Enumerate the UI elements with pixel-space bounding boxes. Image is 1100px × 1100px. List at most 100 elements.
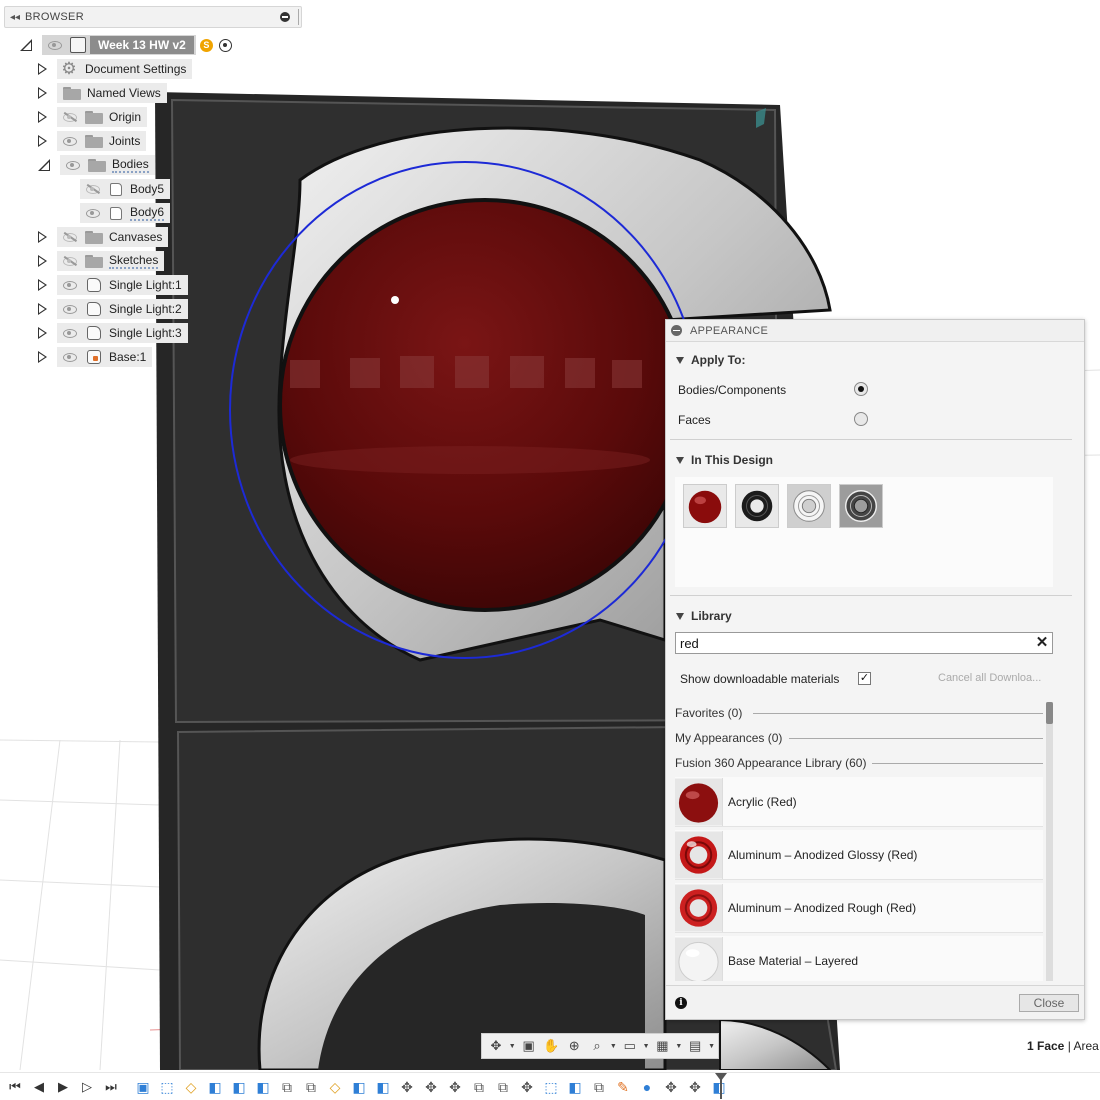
step-back-icon[interactable]: ◀	[30, 1079, 48, 1095]
timeline-feature-icon[interactable]: ⧉	[470, 1078, 488, 1096]
expand-arrow-icon[interactable]	[38, 255, 47, 267]
display-dropdown-icon[interactable]: ▼	[643, 1043, 651, 1050]
tree-item-box[interactable]: Body6	[80, 203, 171, 223]
faces-radio[interactable]	[854, 412, 868, 426]
swatch-chrome-torus[interactable]	[787, 484, 831, 528]
timeline-feature-icon[interactable]: ✥	[398, 1078, 416, 1096]
tree-item-box[interactable]: Single Light:3	[57, 323, 188, 343]
timeline-feature-icon[interactable]: ◧	[350, 1078, 368, 1096]
timeline-feature-icon[interactable]: ●	[638, 1078, 656, 1096]
tree-item-box[interactable]: Body5	[80, 179, 171, 199]
in-this-design-section[interactable]: In This Design	[676, 453, 773, 467]
grid-dropdown-icon[interactable]: ▼	[675, 1043, 683, 1050]
go-to-start-icon[interactable]: ⏮	[6, 1079, 24, 1095]
tree-item[interactable]: Single Light:2	[38, 298, 188, 320]
timeline-feature-icon[interactable]: ▣	[134, 1078, 152, 1096]
timeline-feature-icon[interactable]: ⬚	[158, 1078, 176, 1096]
expand-arrow-icon[interactable]	[38, 63, 47, 75]
hidden-eye-icon[interactable]	[63, 255, 78, 266]
orbit-icon[interactable]: ✥	[486, 1037, 506, 1055]
tree-item-box[interactable]: Canvases	[57, 227, 169, 247]
tree-root-row[interactable]: Week 13 HW v2 S	[20, 34, 232, 56]
library-search-input[interactable]	[675, 632, 1053, 654]
tree-item[interactable]: Named Views	[38, 82, 167, 104]
viewports-dropdown-icon[interactable]: ▼	[708, 1043, 716, 1050]
tree-item[interactable]: Origin	[38, 106, 148, 128]
tree-item[interactable]: Sketches	[38, 250, 165, 272]
visibility-eye-icon[interactable]	[66, 160, 80, 170]
timeline-feature-icon[interactable]: ⧉	[590, 1078, 608, 1096]
visibility-eye-icon[interactable]	[48, 40, 62, 50]
apply-to-section[interactable]: Apply To:	[676, 353, 745, 367]
timeline-feature-icon[interactable]: ✥	[518, 1078, 536, 1096]
browser-resize-grip[interactable]	[298, 9, 300, 25]
grid-settings-icon[interactable]: ▦	[653, 1037, 673, 1055]
hidden-eye-icon[interactable]	[63, 111, 78, 122]
visibility-eye-icon[interactable]	[63, 136, 77, 146]
hidden-eye-icon[interactable]	[86, 183, 101, 194]
visibility-eye-icon[interactable]	[63, 352, 77, 362]
visibility-eye-icon[interactable]	[63, 304, 77, 314]
tree-item-box[interactable]: Origin	[57, 107, 148, 127]
library-section[interactable]: Library	[676, 609, 732, 623]
timeline-feature-icon[interactable]: ✥	[422, 1078, 440, 1096]
favorites-category[interactable]: Favorites (0)	[675, 706, 742, 720]
tree-item-box[interactable]: Named Views	[57, 83, 167, 103]
info-icon[interactable]: i	[675, 997, 687, 1009]
library-scrollbar[interactable]	[1046, 702, 1053, 981]
tree-item[interactable]: Base:1	[38, 346, 153, 368]
tree-item[interactable]: ⚙ Document Settings	[38, 58, 193, 80]
bodies-components-radio[interactable]	[854, 382, 868, 396]
library-item[interactable]: Base Material – Layered	[675, 936, 1043, 981]
timeline-feature-icon[interactable]: ✥	[686, 1078, 704, 1096]
display-settings-icon[interactable]: ▭	[620, 1037, 640, 1055]
cancel-all-downloads-link[interactable]: Cancel all Downloa...	[938, 672, 1041, 684]
play-icon[interactable]: ▶	[54, 1079, 72, 1095]
library-item[interactable]: Aluminum – Anodized Rough (Red)	[675, 883, 1043, 933]
timeline-feature-icon[interactable]: ◧	[254, 1078, 272, 1096]
timeline-feature-icon[interactable]: ◧	[230, 1078, 248, 1096]
visibility-eye-icon[interactable]	[86, 208, 100, 218]
tree-item-box[interactable]: Base:1	[57, 347, 153, 367]
expand-arrow-icon[interactable]	[38, 303, 47, 315]
expand-arrow-icon[interactable]	[38, 351, 47, 363]
timeline-feature-icon[interactable]: ◧	[374, 1078, 392, 1096]
close-button[interactable]: Close	[1019, 994, 1079, 1012]
expand-arrow-icon[interactable]	[38, 279, 47, 291]
timeline-feature-icon[interactable]: ✥	[662, 1078, 680, 1096]
library-item[interactable]: Acrylic (Red)	[675, 777, 1043, 827]
tree-item[interactable]: Canvases	[38, 226, 169, 248]
collapse-arrow-icon[interactable]	[20, 39, 32, 51]
expand-arrow-icon[interactable]	[38, 111, 47, 123]
swatch-red-sphere[interactable]	[683, 484, 727, 528]
expand-arrow-icon[interactable]	[38, 327, 47, 339]
minimize-dialog-icon[interactable]	[671, 325, 682, 336]
tree-item[interactable]: Single Light:1	[38, 274, 188, 296]
collapse-browser-icon[interactable]: ◂◂	[5, 12, 25, 23]
orbit-dropdown-icon[interactable]: ▼	[509, 1043, 517, 1050]
viewports-icon[interactable]: ▤	[685, 1037, 705, 1055]
zoom-icon[interactable]: ⊕	[564, 1037, 584, 1055]
timeline-feature-icon[interactable]: ⧉	[494, 1078, 512, 1096]
tree-item-box[interactable]: Joints	[57, 131, 147, 151]
tree-item-box[interactable]: Single Light:2	[57, 299, 188, 319]
timeline-feature-icon[interactable]: ◇	[182, 1078, 200, 1096]
swatch-black-torus[interactable]	[735, 484, 779, 528]
tree-item[interactable]: Body5	[58, 178, 171, 200]
tree-item[interactable]: Bodies	[38, 154, 155, 176]
minimize-browser-icon[interactable]	[280, 12, 290, 22]
tree-item-box[interactable]: Sketches	[57, 251, 165, 271]
look-at-icon[interactable]: ▣	[519, 1037, 539, 1055]
timeline-feature-icon[interactable]: ⧉	[302, 1078, 320, 1096]
activate-component-icon[interactable]	[218, 38, 232, 52]
swatch-dark-chrome-torus[interactable]	[839, 484, 883, 528]
tree-item[interactable]: Single Light:3	[38, 322, 188, 344]
tree-item-box[interactable]: ⚙ Document Settings	[57, 59, 193, 79]
fit-icon[interactable]: ⌕	[587, 1037, 607, 1055]
library-item[interactable]: Aluminum – Anodized Glossy (Red)	[675, 830, 1043, 880]
timeline-marker[interactable]	[712, 1073, 727, 1100]
my-appearances-category[interactable]: My Appearances (0)	[675, 731, 782, 745]
timeline-feature-icon[interactable]: ⧉	[278, 1078, 296, 1096]
pan-hand-icon[interactable]: ✋	[542, 1037, 562, 1055]
clear-search-icon[interactable]: ✕	[1032, 633, 1052, 653]
